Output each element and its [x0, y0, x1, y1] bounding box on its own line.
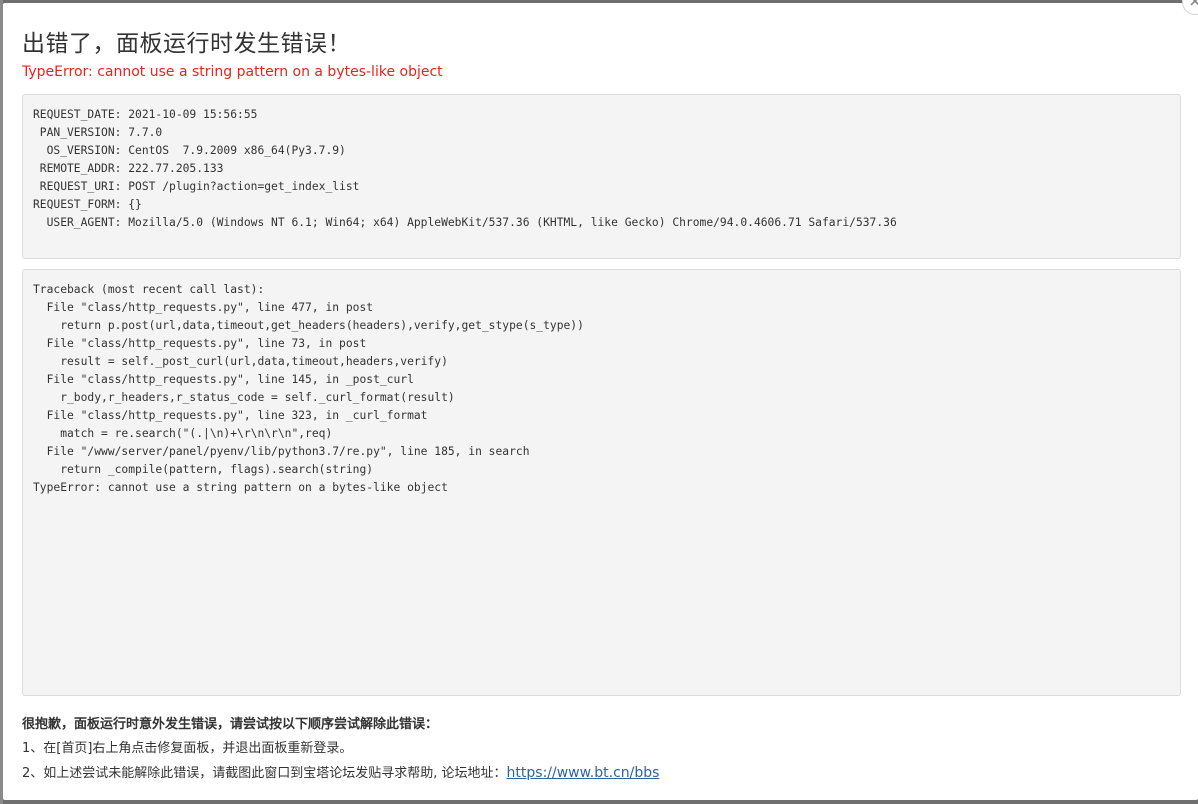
close-button[interactable] [1182, 0, 1198, 15]
forum-link[interactable]: https://www.bt.cn/bbs [507, 765, 660, 781]
dialog-title: 出错了，面板运行时发生错误！ [22, 31, 351, 57]
help-step-2-text: 2、如上述尝试未能解除此错误，请截图此窗口到宝塔论坛发贴寻求帮助, 论坛地址： [22, 766, 507, 781]
help-title: 很抱歉，面板运行时意外发生错误，请尝试按以下顺序尝试解除此错误： [22, 717, 439, 732]
help-section: 很抱歉，面板运行时意外发生错误，请尝试按以下顺序尝试解除此错误： 1、在[首页]… [22, 713, 659, 785]
help-step-2: 2、如上述尝试未能解除此错误，请截图此窗口到宝塔论坛发贴寻求帮助, 论坛地址：h… [22, 761, 659, 785]
close-icon [1190, 0, 1198, 11]
request-info-panel: REQUEST_DATE: 2021-10-09 15:56:55 PAN_VE… [22, 94, 1181, 259]
error-dialog: 出错了，面板运行时发生错误！ TypeError: cannot use a s… [3, 0, 1198, 800]
request-info-text: REQUEST_DATE: 2021-10-09 15:56:55 PAN_VE… [33, 108, 897, 229]
help-step-1: 1、在[首页]右上角点击修复面板，并退出面板重新登录。 [22, 741, 353, 756]
error-message: TypeError: cannot use a string pattern o… [22, 64, 443, 80]
traceback-text: Traceback (most recent call last): File … [33, 283, 584, 494]
traceback-panel: Traceback (most recent call last): File … [22, 269, 1181, 696]
